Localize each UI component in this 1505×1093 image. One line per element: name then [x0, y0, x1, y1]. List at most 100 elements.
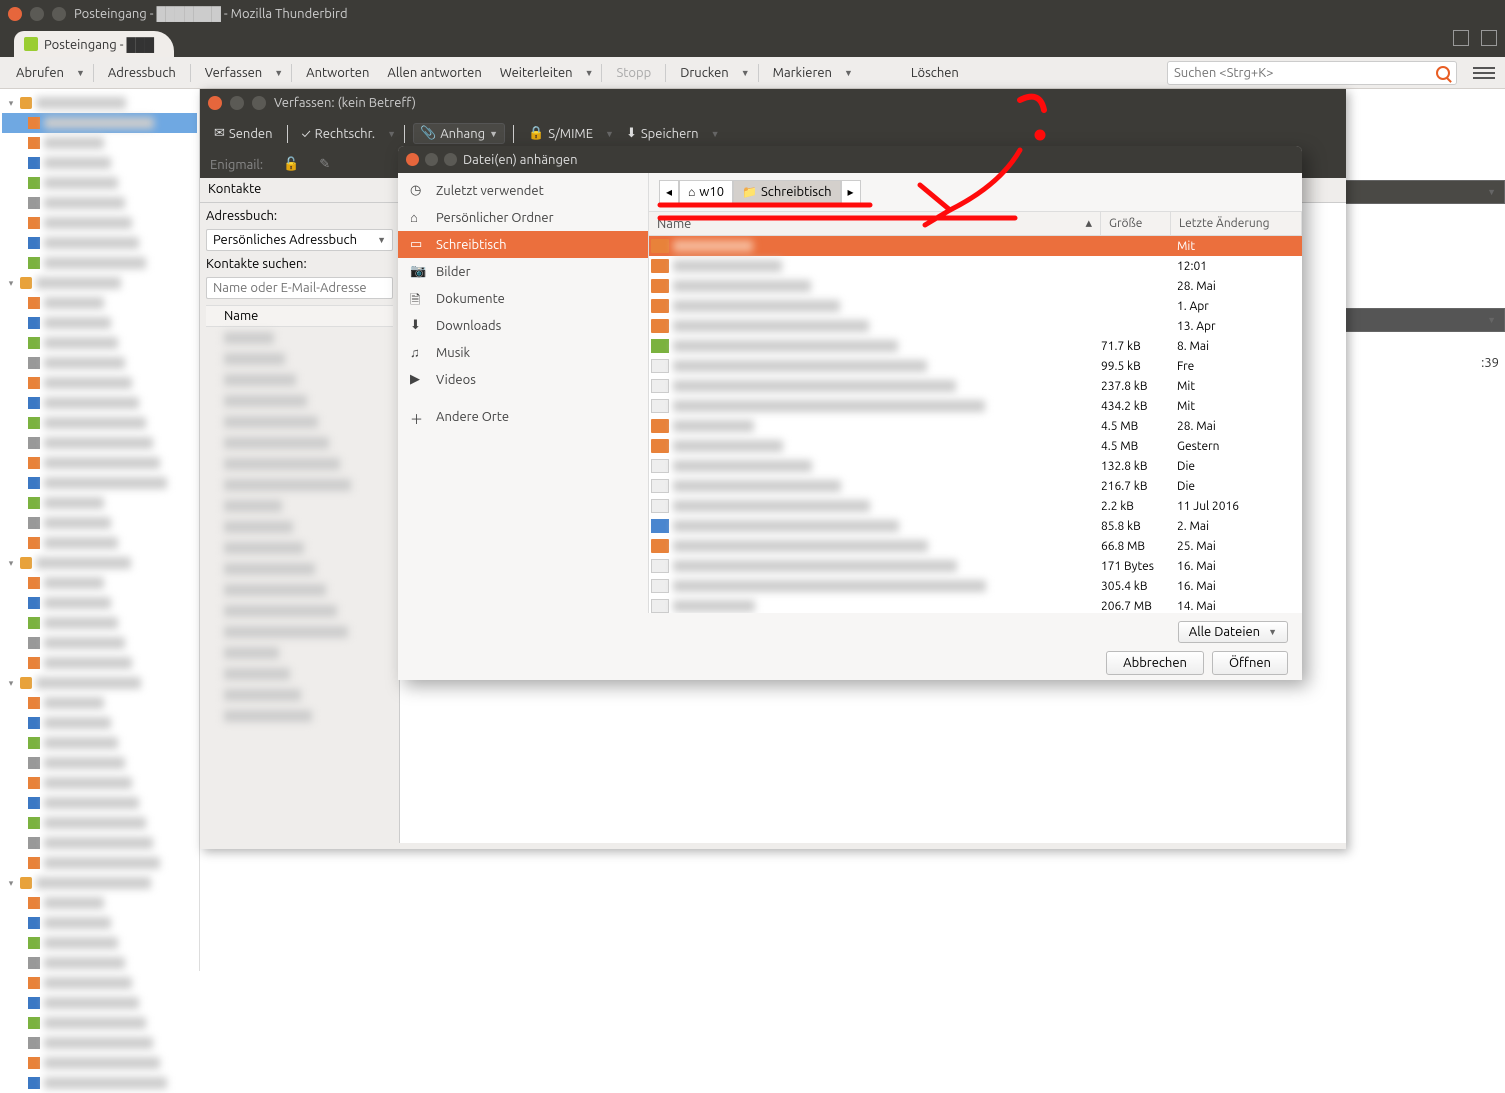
- contact-row[interactable]: [206, 516, 393, 537]
- abbrechen-button[interactable]: Abbrechen: [1106, 651, 1204, 675]
- place-clock[interactable]: ◷Zuletzt verwendet: [398, 177, 648, 204]
- col-modified[interactable]: Letzte Änderung: [1171, 212, 1302, 235]
- file-list[interactable]: Mit12:0128. Mai1. Apr13. Apr71.7 kB8. Ma…: [649, 236, 1302, 613]
- compose-min-icon[interactable]: [230, 96, 244, 110]
- oeffnen-button[interactable]: Öffnen: [1212, 651, 1288, 675]
- main-toolbar: Abrufen▼ Adressbuch Verfassen▼ Antworten…: [0, 57, 1505, 89]
- anhang-button[interactable]: 📎 Anhang ▼: [413, 123, 505, 144]
- contact-row[interactable]: [206, 642, 393, 663]
- file-row[interactable]: 1. Apr: [649, 296, 1302, 316]
- smime-button[interactable]: 🔒 S/MIME: [522, 123, 599, 144]
- compose-max-icon[interactable]: [252, 96, 266, 110]
- file-row[interactable]: 4.5 MBGestern: [649, 436, 1302, 456]
- file-row[interactable]: 206.7 MB14. Mai: [649, 596, 1302, 613]
- contact-row[interactable]: [206, 579, 393, 600]
- contact-row[interactable]: [206, 705, 393, 726]
- contact-row[interactable]: [206, 558, 393, 579]
- place-camera[interactable]: 📷Bilder: [398, 258, 648, 285]
- contact-row[interactable]: [206, 663, 393, 684]
- contact-row[interactable]: [206, 432, 393, 453]
- search-icon[interactable]: [1436, 66, 1450, 80]
- contact-row[interactable]: [206, 495, 393, 516]
- contact-row[interactable]: [206, 369, 393, 390]
- search-input[interactable]: [1174, 66, 1436, 80]
- contact-row[interactable]: [206, 621, 393, 642]
- rechtschr-button[interactable]: ✓ Rechtschr.: [296, 124, 382, 144]
- file-filter-combo[interactable]: Alle Dateien▼: [1178, 621, 1288, 643]
- dialog-max-icon[interactable]: [444, 153, 457, 166]
- contact-row[interactable]: [206, 537, 393, 558]
- contact-row[interactable]: [206, 600, 393, 621]
- window-close-icon[interactable]: [8, 7, 22, 21]
- abrufen-button[interactable]: Abrufen: [10, 63, 70, 83]
- markieren-button[interactable]: Markieren: [767, 63, 838, 83]
- file-row[interactable]: 13. Apr: [649, 316, 1302, 336]
- drucken-button[interactable]: Drucken: [674, 63, 735, 83]
- calendar-icon[interactable]: [1453, 30, 1469, 46]
- path-home[interactable]: ⌂w10: [679, 180, 733, 204]
- allen-antworten-button[interactable]: Allen antworten: [381, 63, 487, 83]
- place-home[interactable]: ⌂Persönlicher Ordner: [398, 204, 648, 231]
- pencil-icon[interactable]: ✎: [319, 157, 330, 172]
- kontakte-search[interactable]: [206, 277, 393, 299]
- path-current[interactable]: 📁Schreibtisch: [733, 180, 840, 204]
- contact-row[interactable]: [206, 684, 393, 705]
- adressbuch-button[interactable]: Adressbuch: [102, 63, 182, 83]
- col-size[interactable]: Größe: [1101, 212, 1171, 235]
- file-row[interactable]: 12:01: [649, 256, 1302, 276]
- speichern-button[interactable]: ⬇ Speichern: [620, 123, 705, 144]
- window-max-icon[interactable]: [52, 7, 66, 21]
- contact-row[interactable]: [206, 411, 393, 432]
- file-row[interactable]: 4.5 MB28. Mai: [649, 416, 1302, 436]
- place-down[interactable]: ⬇Downloads: [398, 312, 648, 339]
- file-row[interactable]: 132.8 kBDie: [649, 456, 1302, 476]
- dialog-title: Datei(en) anhängen: [463, 153, 578, 167]
- file-chooser-dialog: Datei(en) anhängen ◷Zuletzt verwendet⌂Pe…: [398, 146, 1302, 680]
- global-search[interactable]: [1167, 61, 1457, 85]
- contacts-name-header[interactable]: Name: [206, 305, 393, 327]
- contact-row[interactable]: [206, 327, 393, 348]
- folder-tree[interactable]: ▾ ▾▾▾▾: [0, 89, 200, 971]
- place-desktop[interactable]: ▭Schreibtisch: [398, 231, 648, 258]
- appmenu-button[interactable]: [1473, 67, 1495, 79]
- adressbuch-select[interactable]: Persönliches Adressbuch▼: [206, 229, 393, 251]
- lock-icon[interactable]: 🔓: [283, 157, 299, 172]
- tab-inbox[interactable]: Posteingang - ███: [14, 31, 174, 57]
- compose-close-icon[interactable]: [208, 96, 222, 110]
- file-list-header[interactable]: Name▴ Größe Letzte Änderung: [649, 211, 1302, 236]
- col-name[interactable]: Name▴: [649, 212, 1101, 235]
- antworten-button[interactable]: Antworten: [300, 63, 375, 83]
- file-row[interactable]: 99.5 kBFre: [649, 356, 1302, 376]
- path-forward[interactable]: ▸: [841, 180, 861, 204]
- file-row[interactable]: 71.7 kB8. Mai: [649, 336, 1302, 356]
- dialog-min-icon[interactable]: [425, 153, 438, 166]
- weiterleiten-button[interactable]: Weiterleiten: [494, 63, 579, 83]
- file-row[interactable]: 305.4 kB16. Mai: [649, 576, 1302, 596]
- file-row[interactable]: 85.8 kB2. Mai: [649, 516, 1302, 536]
- file-row[interactable]: 66.8 MB25. Mai: [649, 536, 1302, 556]
- loeschen-button[interactable]: Löschen: [905, 63, 965, 83]
- file-row[interactable]: 216.7 kBDie: [649, 476, 1302, 496]
- place-music[interactable]: ♫Musik: [398, 339, 648, 366]
- place-plus[interactable]: ＋Andere Orte: [398, 403, 648, 430]
- tasks-icon[interactable]: [1481, 30, 1497, 46]
- folder-icon: [651, 319, 669, 333]
- file-row[interactable]: Mit: [649, 236, 1302, 256]
- contact-row[interactable]: [206, 474, 393, 495]
- file-row[interactable]: 28. Mai: [649, 276, 1302, 296]
- file-row[interactable]: 171 Bytes16. Mai: [649, 556, 1302, 576]
- contact-search-input[interactable]: [213, 281, 386, 295]
- file-row[interactable]: 237.8 kBMit: [649, 376, 1302, 396]
- place-video[interactable]: ▶Videos: [398, 366, 648, 393]
- verfassen-button[interactable]: Verfassen: [199, 63, 268, 83]
- file-row[interactable]: 434.2 kBMit: [649, 396, 1302, 416]
- contact-row[interactable]: [206, 453, 393, 474]
- senden-button[interactable]: ✉ Senden: [208, 123, 279, 144]
- dialog-close-icon[interactable]: [406, 153, 419, 166]
- file-row[interactable]: 2.2 kB11 Jul 2016: [649, 496, 1302, 516]
- path-back[interactable]: ◂: [659, 180, 679, 204]
- contact-row[interactable]: [206, 390, 393, 411]
- contact-row[interactable]: [206, 348, 393, 369]
- window-min-icon[interactable]: [30, 7, 44, 21]
- place-doc[interactable]: 🗎Dokumente: [398, 285, 648, 312]
